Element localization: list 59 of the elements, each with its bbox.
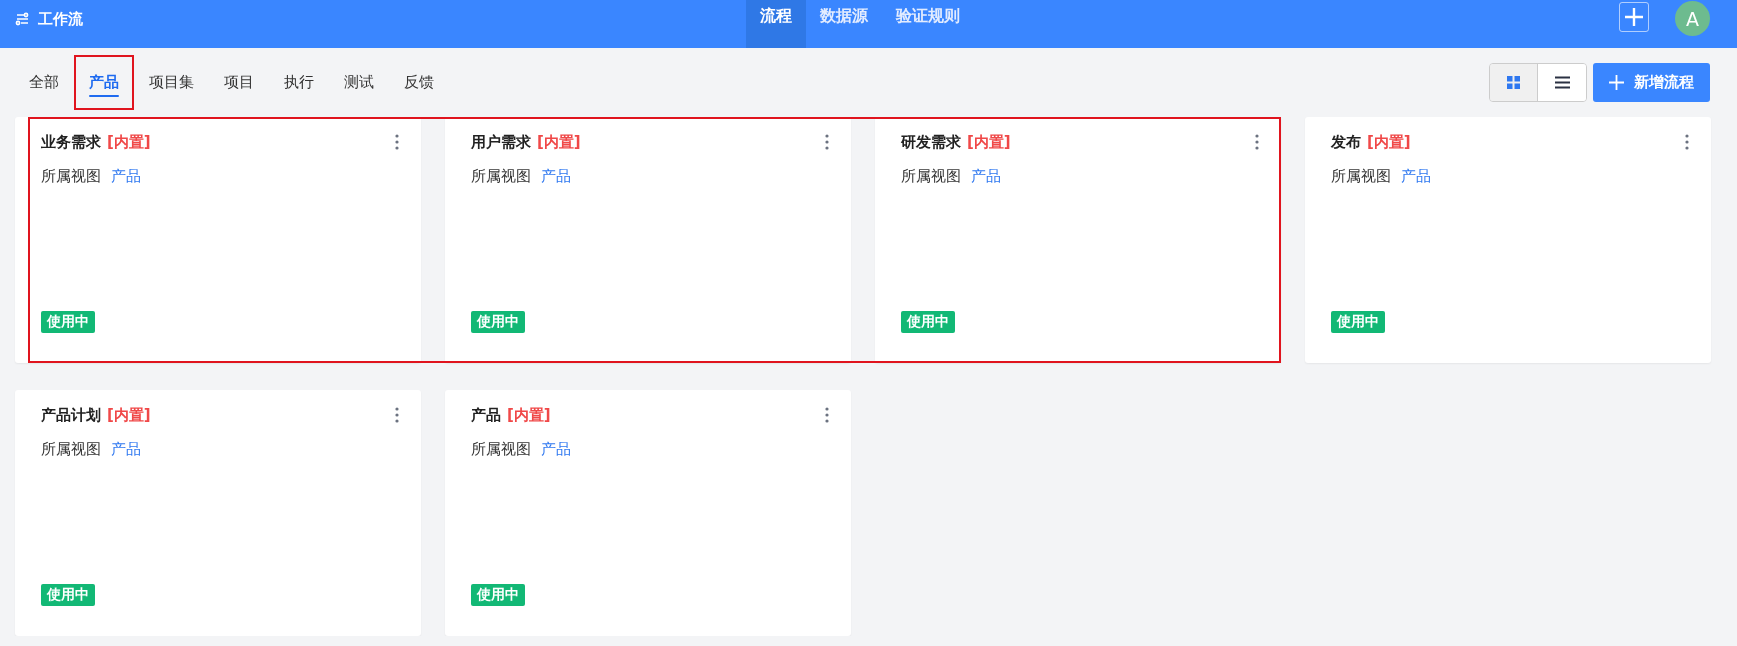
list-view-icon	[1554, 75, 1570, 89]
view-label: 所属视图	[901, 167, 961, 186]
builtin-tag: [内置]	[967, 132, 1011, 152]
grid-view-button[interactable]	[1490, 63, 1538, 101]
view-label: 所属视图	[41, 167, 101, 186]
category-tab[interactable]: 项目	[209, 54, 269, 110]
workflow-icon	[15, 12, 30, 26]
app-title: 工作流	[38, 9, 83, 29]
workflow-card[interactable]: 产品 [内置] 所属视图 产品 使用中	[445, 390, 851, 636]
category-tab[interactable]: 项目集	[134, 54, 209, 110]
workflow-name: 产品计划	[41, 405, 101, 425]
workflow-card[interactable]: 研发需求 [内置] 所属视图 产品 使用中	[875, 117, 1281, 363]
plus-icon	[1624, 7, 1644, 27]
view-label: 所属视图	[41, 440, 101, 459]
view-link[interactable]: 产品	[111, 167, 141, 186]
workflow-name: 产品	[471, 405, 501, 425]
workflow-card[interactable]: 用户需求 [内置] 所属视图 产品 使用中	[445, 117, 851, 363]
status-badge: 使用中	[1331, 311, 1385, 333]
more-icon[interactable]	[395, 407, 399, 423]
category-tab[interactable]: 反馈	[389, 54, 449, 110]
builtin-tag: [内置]	[107, 405, 151, 425]
workflow-name: 业务需求	[41, 132, 101, 152]
builtin-tag: [内置]	[507, 405, 551, 425]
category-tab[interactable]: 产品	[74, 54, 134, 110]
view-link[interactable]: 产品	[111, 440, 141, 459]
status-badge: 使用中	[41, 311, 95, 333]
category-tab[interactable]: 全部	[14, 54, 74, 110]
builtin-tag: [内置]	[1367, 132, 1411, 152]
status-badge: 使用中	[41, 584, 95, 606]
grid-view-icon	[1507, 75, 1520, 89]
more-icon[interactable]	[1685, 134, 1689, 150]
category-tab[interactable]: 执行	[269, 54, 329, 110]
workflow-name: 用户需求	[471, 132, 531, 152]
more-icon[interactable]	[825, 407, 829, 423]
view-label: 所属视图	[471, 440, 531, 459]
nav-tab[interactable]: 流程	[746, 0, 806, 48]
view-link[interactable]: 产品	[1401, 167, 1431, 186]
view-label: 所属视图	[1331, 167, 1391, 186]
category-tab[interactable]: 测试	[329, 54, 389, 110]
workflow-name: 发布	[1331, 132, 1361, 152]
builtin-tag: [内置]	[107, 132, 151, 152]
more-icon[interactable]	[1255, 134, 1259, 150]
workflow-card[interactable]: 产品计划 [内置] 所属视图 产品 使用中	[15, 390, 421, 636]
status-badge: 使用中	[901, 311, 955, 333]
list-view-button[interactable]	[1538, 63, 1586, 101]
builtin-tag: [内置]	[537, 132, 581, 152]
status-badge: 使用中	[471, 311, 525, 333]
view-label: 所属视图	[471, 167, 531, 186]
view-link[interactable]: 产品	[971, 167, 1001, 186]
more-icon[interactable]	[395, 134, 399, 150]
status-badge: 使用中	[471, 584, 525, 606]
workflow-name: 研发需求	[901, 132, 961, 152]
view-link[interactable]: 产品	[541, 440, 571, 459]
more-icon[interactable]	[825, 134, 829, 150]
plus-icon	[1609, 74, 1624, 90]
workflow-card[interactable]: 业务需求 [内置] 所属视图 产品 使用中	[15, 117, 421, 363]
view-link[interactable]: 产品	[541, 167, 571, 186]
add-button[interactable]	[1619, 2, 1649, 32]
workflow-card[interactable]: 发布 [内置] 所属视图 产品 使用中	[1305, 117, 1711, 363]
